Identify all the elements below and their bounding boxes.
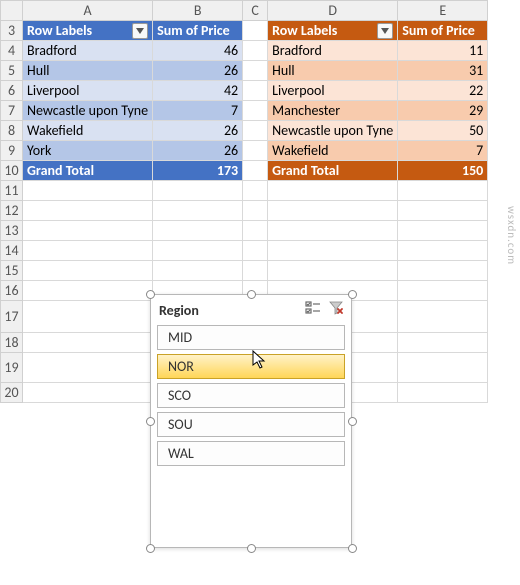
blue-label-row[interactable]: Newcastle upon Tyne [23,101,153,121]
selection-handle[interactable] [146,544,155,553]
filter-dropdown-icon[interactable] [377,23,393,39]
selection-handle[interactable] [146,417,155,426]
blue-grand-total[interactable]: 173 [153,161,243,181]
orange-label-row[interactable]: Hull [268,61,398,81]
blue-sum-header: Sum of Price [157,22,230,39]
column-header-B[interactable]: B [153,1,243,21]
column-header-C[interactable]: C [243,1,268,21]
row-header-17[interactable]: 17 [1,301,23,333]
orange-value-row[interactable]: 22 [398,81,488,101]
row-header-6[interactable]: 6 [1,81,23,101]
orange-label-row[interactable]: Wakefield [268,141,398,161]
orange-value-row[interactable]: 7 [398,141,488,161]
blue-label-row[interactable]: Wakefield [23,121,153,141]
column-header-D[interactable]: D [268,1,398,21]
slicer-item-mid[interactable]: MID [157,325,345,350]
row-header-14[interactable]: 14 [1,241,23,261]
orange-grand-total[interactable]: 150 [398,161,488,181]
blue-row-labels-header: Row Labels [27,22,92,39]
row-header-11[interactable]: 11 [1,181,23,201]
blue-label-row[interactable]: Bradford [23,41,153,61]
orange-label-row[interactable]: Newcastle upon Tyne [268,121,398,141]
selection-handle[interactable] [348,417,357,426]
orange-value-row[interactable]: 11 [398,41,488,61]
orange-label-row[interactable]: Liverpool [268,81,398,101]
orange-row-labels-header: Row Labels [272,22,337,39]
column-header-A[interactable]: A [23,1,153,21]
row-header-4[interactable]: 4 [1,41,23,61]
column-header-E[interactable]: E [398,1,488,21]
orange-sum-header: Sum of Price [402,22,475,39]
row-header-12[interactable]: 12 [1,201,23,221]
row-header-3[interactable]: 3 [1,21,23,41]
slicer-item-sou[interactable]: SOU [157,412,345,437]
blue-value-row[interactable]: 26 [153,121,243,141]
multi-select-icon[interactable] [305,301,321,319]
blue-label-row[interactable]: Liverpool [23,81,153,101]
slicer-item-wal[interactable]: WAL [157,441,345,466]
row-header-7[interactable]: 7 [1,101,23,121]
row-header-15[interactable]: 15 [1,261,23,281]
watermark: wsxdn.com [505,206,518,265]
row-header-13[interactable]: 13 [1,221,23,241]
blue-label-row[interactable]: York [23,141,153,161]
slicer-item-sco[interactable]: SCO [157,383,345,408]
selection-handle[interactable] [247,544,256,553]
blue-value-row[interactable]: 46 [153,41,243,61]
blue-grand-total[interactable]: Grand Total [23,161,153,181]
blue-value-row[interactable]: 7 [153,101,243,121]
row-header-8[interactable]: 8 [1,121,23,141]
orange-value-row[interactable]: 31 [398,61,488,81]
blue-value-row[interactable]: 26 [153,141,243,161]
blue-value-row[interactable]: 42 [153,81,243,101]
slicer-item-nor[interactable]: NOR [157,354,345,379]
orange-grand-total[interactable]: Grand Total [268,161,398,181]
blue-label-row[interactable]: Hull [23,61,153,81]
orange-label-row[interactable]: Bradford [268,41,398,61]
row-header-10[interactable]: 10 [1,161,23,181]
selection-handle[interactable] [146,290,155,299]
blue-value-row[interactable]: 26 [153,61,243,81]
filter-dropdown-icon[interactable] [132,23,148,39]
row-header-19[interactable]: 19 [1,353,23,383]
orange-label-row[interactable]: Manchester [268,101,398,121]
row-header-20[interactable]: 20 [1,383,23,403]
selection-handle[interactable] [247,290,256,299]
slicer-title: Region [159,302,199,319]
selection-handle[interactable] [348,290,357,299]
clear-filter-icon[interactable] [329,301,343,319]
row-header-16[interactable]: 16 [1,281,23,301]
slicer-region[interactable]: Region [150,294,352,548]
selection-handle[interactable] [348,544,357,553]
orange-value-row[interactable]: 29 [398,101,488,121]
row-header-5[interactable]: 5 [1,61,23,81]
row-header-18[interactable]: 18 [1,333,23,353]
row-header-9[interactable]: 9 [1,141,23,161]
orange-value-row[interactable]: 50 [398,121,488,141]
